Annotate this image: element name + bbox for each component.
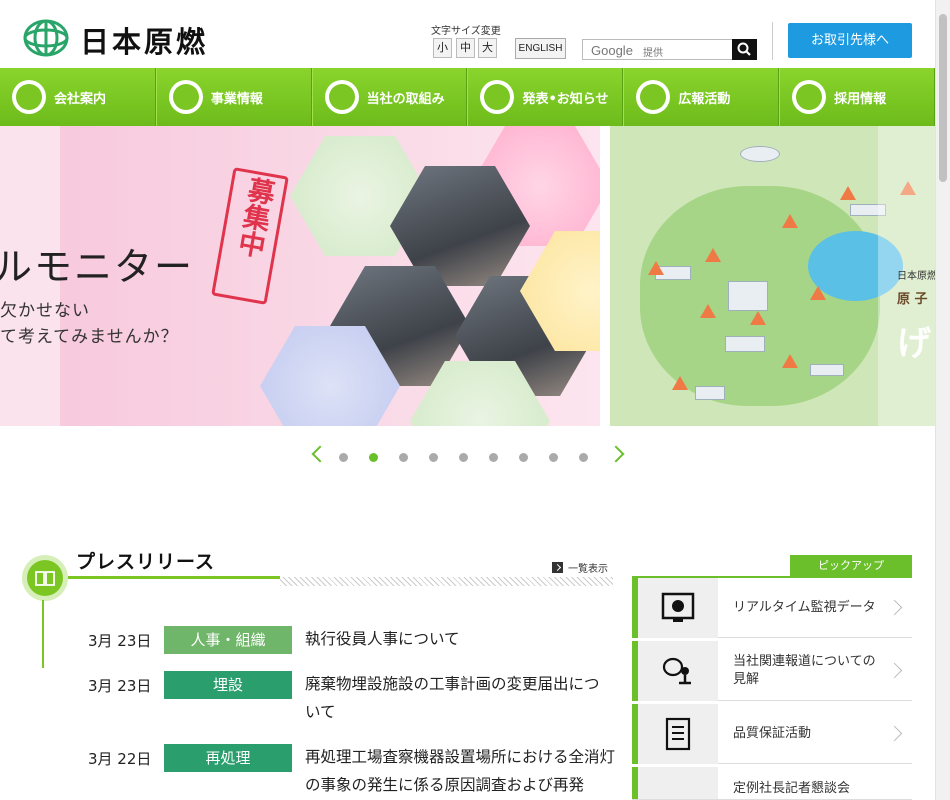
category-badge: 人事・組織 bbox=[164, 626, 292, 654]
category-badge: 埋設 bbox=[164, 671, 292, 699]
header-divider bbox=[772, 22, 773, 60]
font-size-small-button[interactable]: 小 bbox=[433, 38, 452, 58]
logo-mark-icon bbox=[22, 18, 70, 62]
partners-button[interactable]: お取引先様へ bbox=[788, 23, 912, 58]
chevron-right-icon bbox=[886, 662, 903, 679]
english-button[interactable]: ENGLISH bbox=[515, 38, 566, 59]
scrollbar-thumb[interactable] bbox=[939, 14, 947, 182]
chevron-right-icon bbox=[886, 725, 903, 742]
site-header: 日本原燃 文字サイズ変更 小 中 大 ENGLISH Google 提供 お取引… bbox=[0, 0, 935, 68]
font-size-medium-button[interactable]: 中 bbox=[456, 38, 475, 58]
search-box[interactable]: Google 提供 bbox=[582, 39, 757, 60]
building-icon bbox=[168, 80, 203, 114]
list-all-label: 一覧表示 bbox=[568, 564, 608, 575]
carousel-pager bbox=[0, 445, 935, 468]
carousel-dot[interactable] bbox=[459, 453, 468, 462]
nav-label: 会社案内 bbox=[54, 91, 107, 107]
hero-line: 欠かせない bbox=[0, 301, 90, 321]
pickup-item-press-conference[interactable]: 定例社長記者懇談会 bbox=[632, 767, 912, 800]
hero-title: ルモニター bbox=[0, 245, 195, 289]
person-icon bbox=[638, 767, 718, 799]
chevron-right-icon bbox=[886, 599, 903, 616]
press-link[interactable]: 再処理工場査察機器設置場所における全消灯の事象の発生に係る原因調査および再発 bbox=[305, 743, 615, 800]
press-section-icon bbox=[22, 555, 68, 601]
pickup-item-press-views[interactable]: 当社関連報道についての見解 bbox=[632, 641, 912, 701]
logo-text: 日本原燃 bbox=[80, 25, 209, 59]
nav-label: 当社の取組み bbox=[366, 91, 445, 107]
carousel-dot[interactable] bbox=[429, 453, 438, 462]
site-logo[interactable]: 日本原燃 bbox=[22, 18, 208, 62]
speech-bubble-icon bbox=[636, 80, 671, 114]
press-decor-line bbox=[42, 600, 44, 668]
pickup-tab: ピックアップ bbox=[790, 555, 912, 576]
pickup-item-monitoring[interactable]: リアルタイム監視データ bbox=[632, 578, 912, 638]
press-hatch bbox=[280, 577, 613, 586]
carousel-dot-active[interactable] bbox=[369, 453, 378, 462]
press-date: 3月 23日 bbox=[88, 632, 152, 650]
nav-item-news[interactable]: 発表•お知らせ bbox=[467, 68, 624, 126]
search-brand: Google bbox=[591, 43, 633, 58]
handshake-icon bbox=[792, 80, 827, 114]
prev-arrow-icon[interactable] bbox=[311, 445, 329, 463]
hero-carousel: ルモニター 欠かせない て考えてみませんか？ 募集中 日本原燃 原 子 げ bbox=[0, 126, 935, 426]
sprout-icon bbox=[324, 80, 359, 114]
carousel-dot[interactable] bbox=[489, 453, 498, 462]
nav-label: 事業情報 bbox=[210, 91, 263, 107]
carousel-dot[interactable] bbox=[549, 453, 558, 462]
document-icon bbox=[480, 80, 515, 114]
nav-label: 発表•お知らせ bbox=[522, 91, 609, 107]
search-button[interactable] bbox=[732, 39, 757, 60]
next-arrow-icon[interactable] bbox=[607, 445, 625, 463]
pickup-label: 品質保証活動 bbox=[733, 726, 812, 741]
search-icon bbox=[737, 42, 751, 56]
press-link[interactable]: 執行役員人事について bbox=[305, 625, 615, 653]
map-big-text: げ bbox=[897, 324, 931, 364]
carousel-dot[interactable] bbox=[339, 453, 348, 462]
category-badge: 再処理 bbox=[164, 744, 292, 772]
pickup-label: 当社関連報道についての見解 bbox=[733, 654, 876, 687]
press-underline bbox=[68, 576, 280, 579]
arrow-right-icon bbox=[552, 562, 563, 573]
checklist-icon bbox=[638, 704, 718, 764]
pickup-label: 定例社長記者懇談会 bbox=[733, 781, 851, 796]
press-link[interactable]: 廃棄物埋設施設の工事計画の変更届出について bbox=[305, 670, 615, 726]
press-date: 3月 23日 bbox=[88, 677, 152, 695]
nav-label: 採用情報 bbox=[834, 91, 887, 107]
nav-item-company[interactable]: 会社案内 bbox=[0, 68, 156, 126]
press-title: プレスリリース bbox=[76, 551, 216, 573]
microphone-icon bbox=[638, 641, 718, 701]
pickup-label: リアルタイム監視データ bbox=[733, 600, 876, 615]
pickup-item-quality[interactable]: 品質保証活動 bbox=[632, 704, 912, 764]
search-provided: 提供 bbox=[643, 48, 663, 59]
hero-slide-map[interactable]: 日本原燃 原 子 げ bbox=[610, 126, 935, 426]
font-size-label: 文字サイズ変更 bbox=[431, 26, 501, 37]
hero-line: て考えてみませんか？ bbox=[0, 327, 179, 347]
carousel-dot[interactable] bbox=[519, 453, 528, 462]
carousel-dot[interactable] bbox=[399, 453, 408, 462]
book-icon bbox=[35, 571, 55, 586]
nav-item-initiatives[interactable]: 当社の取組み bbox=[311, 68, 468, 126]
carousel-dot[interactable] bbox=[579, 453, 588, 462]
press-list-all-link[interactable]: 一覧表示 bbox=[552, 560, 608, 575]
nav-item-business[interactable]: 事業情報 bbox=[155, 68, 312, 126]
monitor-icon bbox=[638, 578, 718, 638]
nav-item-pr[interactable]: 広報活動 bbox=[623, 68, 780, 126]
page-scrollbar[interactable] bbox=[935, 0, 950, 800]
nav-item-recruit[interactable]: 採用情報 bbox=[779, 68, 935, 126]
hero-slide-monitor[interactable]: ルモニター 欠かせない て考えてみませんか？ 募集中 bbox=[0, 126, 600, 426]
nav-label: 広報活動 bbox=[678, 91, 731, 107]
map-caption: 原 子 bbox=[897, 292, 928, 307]
font-size-large-button[interactable]: 大 bbox=[478, 38, 497, 58]
map-caption: 日本原燃 bbox=[897, 271, 935, 282]
press-date: 3月 22日 bbox=[88, 750, 152, 768]
people-icon bbox=[12, 80, 46, 114]
global-nav: 会社案内 事業情報 当社の取組み 発表•お知らせ 広報活動 採用情報 bbox=[0, 68, 935, 126]
